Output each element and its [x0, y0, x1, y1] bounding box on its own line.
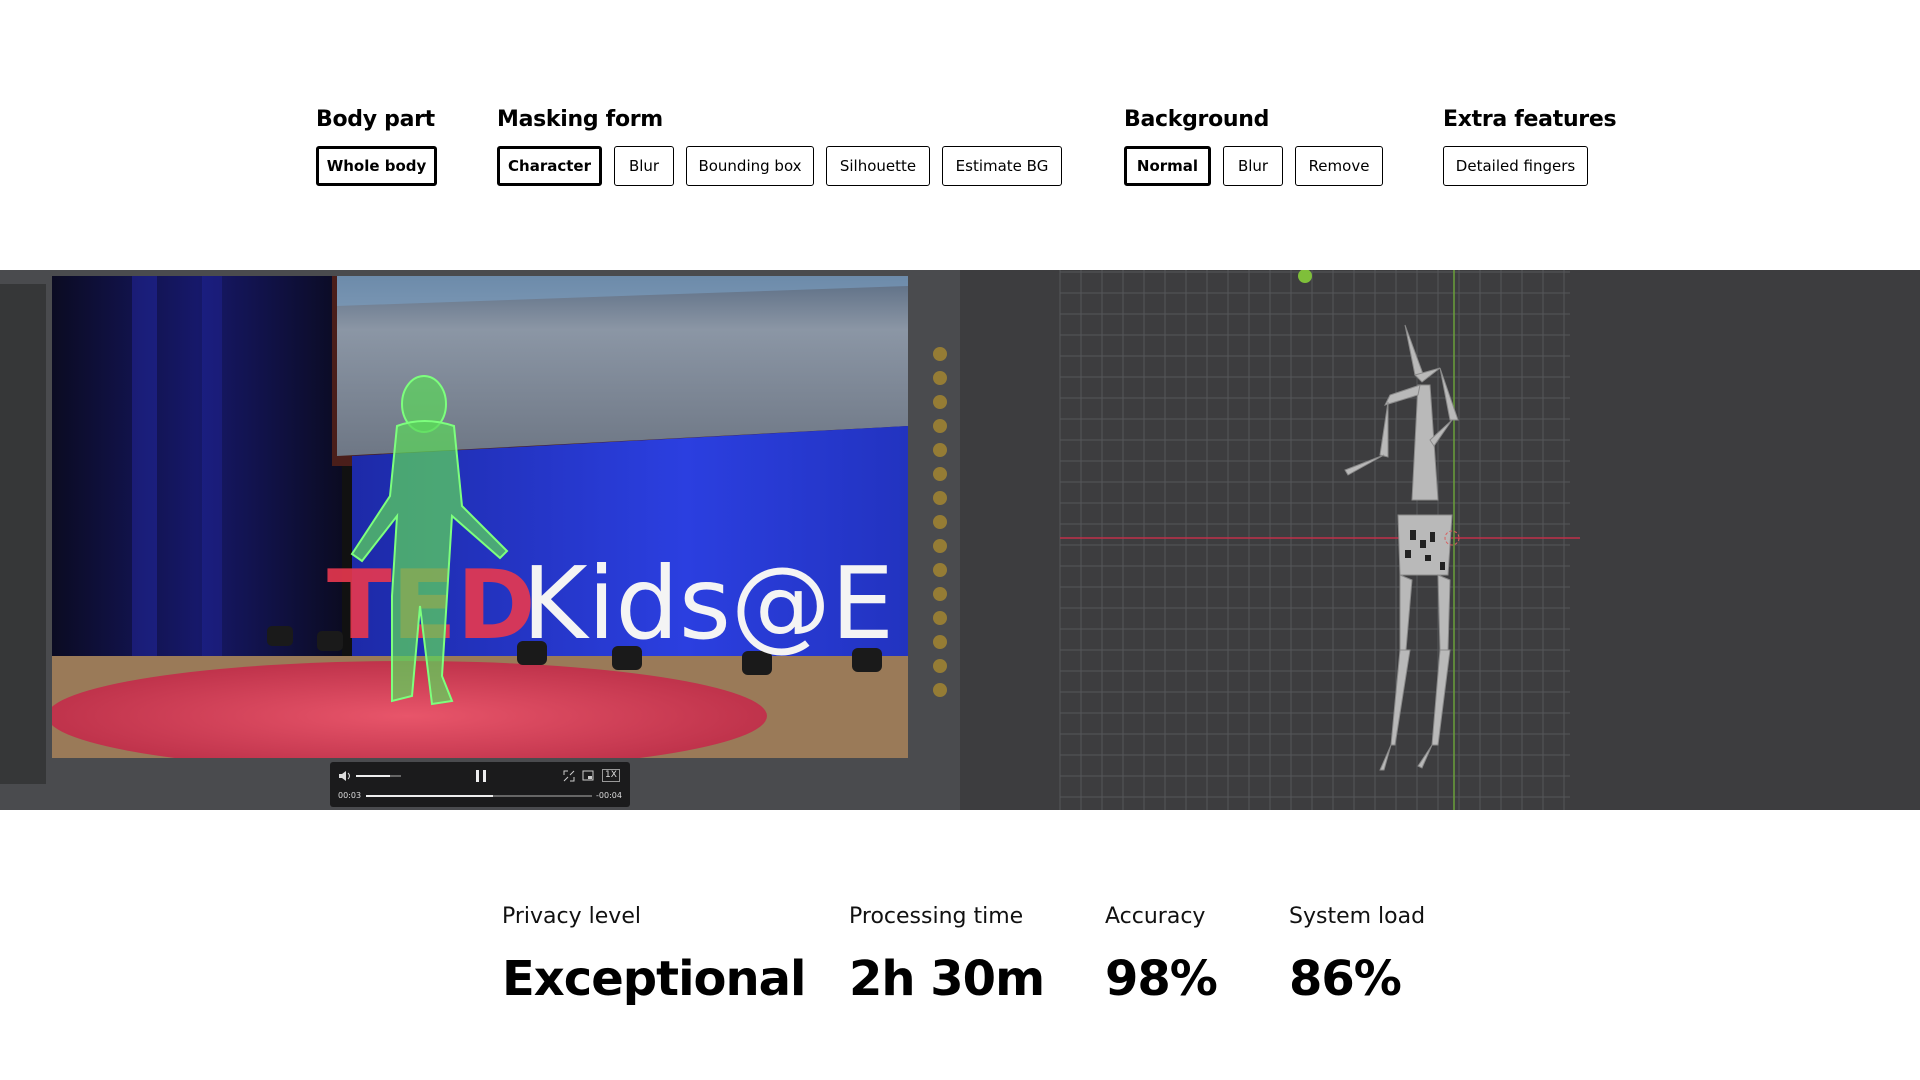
background-group: Background Normal Blur Remove	[1124, 105, 1383, 186]
blur-background-button[interactable]: Blur	[1223, 146, 1283, 186]
video-frame[interactable]: TED Kids@E	[52, 276, 908, 758]
fullscreen-icon[interactable]	[563, 770, 575, 782]
privacy-level-stat: Privacy level Exceptional	[502, 902, 807, 1007]
processing-time-value: 2h 30m	[849, 951, 1045, 1007]
body-part-title: Body part	[316, 107, 435, 132]
skeleton-viewport[interactable]	[960, 270, 1920, 810]
video-sidebar	[0, 284, 46, 784]
extra-features-group: Extra features Detailed fingers	[1443, 105, 1617, 186]
processing-time-label: Processing time	[849, 904, 1024, 929]
processing-time-stat: Processing time 2h 30m	[849, 902, 1045, 1007]
elapsed-time: 00:03	[338, 791, 362, 800]
skeleton-scene	[1059, 270, 1580, 810]
privacy-level-label: Privacy level	[502, 904, 641, 929]
character-button[interactable]: Character	[497, 146, 602, 186]
normal-background-button[interactable]: Normal	[1124, 146, 1211, 186]
emoji-column	[933, 347, 947, 697]
background-title: Background	[1124, 107, 1270, 132]
masking-form-title: Masking form	[497, 107, 663, 132]
bounding-box-button[interactable]: Bounding box	[686, 146, 814, 186]
estimate-bg-button[interactable]: Estimate BG	[942, 146, 1062, 186]
preview-stage: TED Kids@E	[0, 270, 1920, 810]
sign-text: Kids@E	[522, 545, 894, 662]
system-load-label: System load	[1289, 904, 1426, 929]
pause-icon[interactable]	[474, 769, 488, 783]
system-load-value: 86%	[1289, 951, 1402, 1007]
accuracy-label: Accuracy	[1105, 904, 1206, 929]
silhouette-button[interactable]: Silhouette	[826, 146, 930, 186]
accuracy-value: 98%	[1105, 951, 1218, 1007]
progress-bar[interactable]	[366, 795, 592, 797]
video-panel: TED Kids@E	[0, 270, 960, 810]
picture-in-picture-icon[interactable]	[582, 770, 594, 782]
origin-marker	[1298, 270, 1312, 283]
volume-icon[interactable]	[338, 770, 352, 782]
stage-scene: TED Kids@E	[52, 276, 908, 758]
system-load-stat: System load 86%	[1289, 902, 1425, 1006]
blur-mask-button[interactable]: Blur	[614, 146, 674, 186]
extra-features-title: Extra features	[1443, 107, 1617, 132]
body-part-group: Body part Whole body	[316, 105, 437, 186]
masking-form-group: Masking form Character Blur Bounding box…	[497, 105, 1062, 186]
accuracy-stat: Accuracy 98%	[1105, 902, 1218, 1007]
whole-body-button[interactable]: Whole body	[316, 146, 437, 186]
volume-slider[interactable]	[356, 775, 401, 777]
remaining-time: -00:04	[596, 791, 622, 800]
skeleton-armature	[1344, 324, 1459, 771]
detailed-fingers-button[interactable]: Detailed fingers	[1443, 146, 1588, 186]
privacy-level-value: Exceptional	[502, 951, 807, 1007]
remove-background-button[interactable]: Remove	[1295, 146, 1383, 186]
playback-speed-button[interactable]: 1X	[602, 769, 620, 782]
video-player-controls: 1X 00:03 -00:04	[330, 762, 630, 807]
